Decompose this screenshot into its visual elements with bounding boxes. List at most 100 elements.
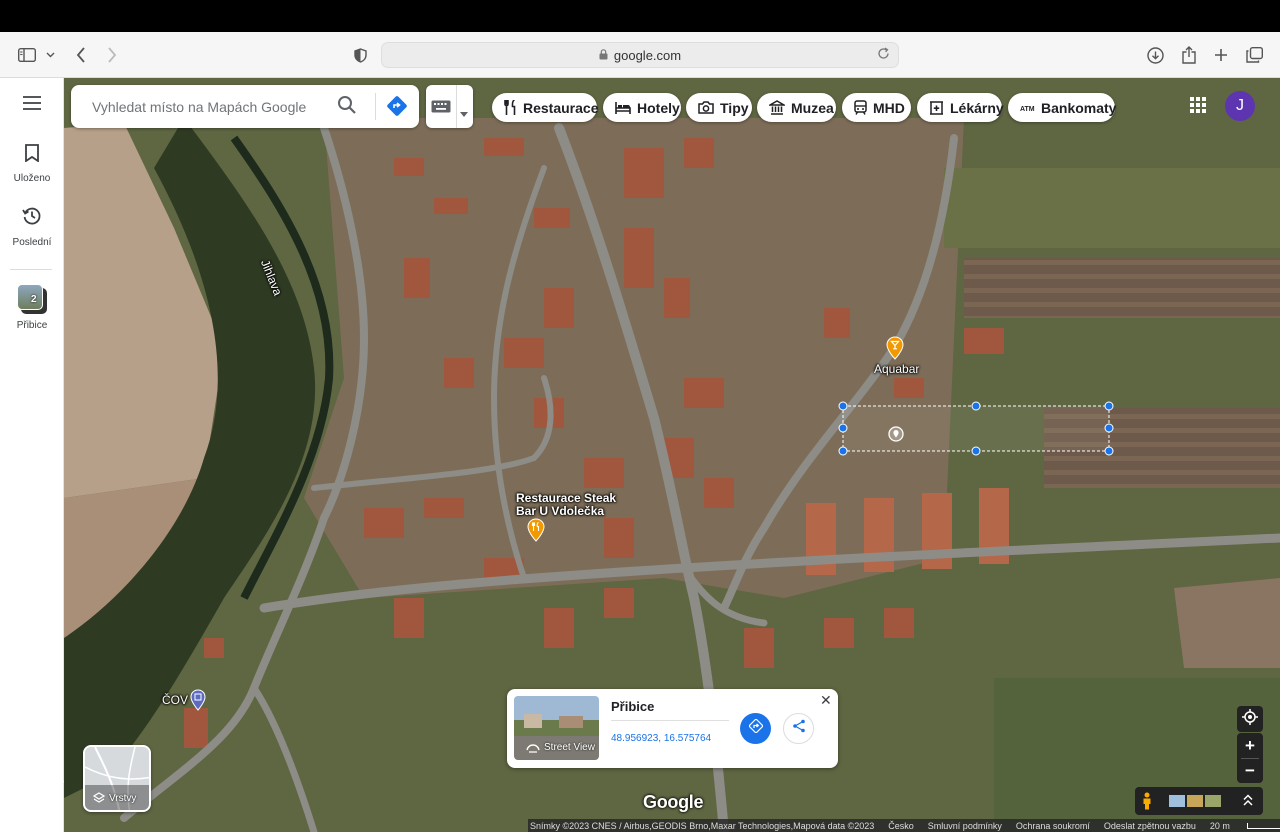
tabs-overview-icon[interactable]: [1245, 32, 1263, 78]
forward-icon[interactable]: [103, 32, 121, 78]
country-link[interactable]: Česko: [888, 821, 914, 831]
input-tools-divider: [456, 85, 457, 128]
chevron-up-icon[interactable]: [1243, 794, 1253, 812]
street-view-label: Street View: [526, 742, 595, 753]
chip-label: Restaurace: [523, 99, 599, 116]
chip-tipy[interactable]: Tipy: [686, 93, 752, 122]
input-tools-button[interactable]: [426, 85, 473, 128]
zoom-out-button[interactable]: −: [1237, 758, 1263, 783]
restaurant-label-line2: Bar U Vdolečka: [516, 504, 605, 518]
chip-hotely[interactable]: Hotely: [603, 93, 681, 122]
hamburger-icon: [23, 96, 41, 115]
recent-place-button[interactable]: 2 Přibice: [0, 284, 64, 331]
facility-marker-icon[interactable]: [190, 689, 206, 716]
chip-restaurace[interactable]: Restaurace: [492, 93, 599, 122]
street-view-thumbnail[interactable]: Street View: [514, 696, 599, 760]
share-nodes-icon: [792, 719, 806, 738]
restaurant-marker-icon[interactable]: [527, 518, 545, 547]
place-title: Přibice: [611, 699, 655, 714]
search-input[interactable]: [92, 98, 332, 115]
privacy-link[interactable]: Ochrana soukromí: [1016, 821, 1090, 831]
chevron-down-icon[interactable]: [44, 32, 56, 78]
scale-bar[interactable]: 20 m: [1210, 821, 1280, 831]
map-footer: Snímky ©2023 CNES / Airbus,GEODIS Brno,M…: [528, 819, 1280, 832]
menu-button[interactable]: [0, 96, 64, 115]
chip-muzea[interactable]: Muzea: [757, 93, 836, 122]
pegman-icon[interactable]: [1141, 792, 1153, 815]
share-icon[interactable]: [1180, 32, 1198, 78]
chip-bankomaty[interactable]: ATM Bankomaty: [1008, 93, 1117, 122]
layers-label: Vrstvy: [93, 792, 136, 804]
layers-button[interactable]: Vrstvy: [83, 745, 151, 812]
svg-text:ATM: ATM: [1020, 106, 1035, 113]
avatar[interactable]: J: [1225, 91, 1255, 121]
history-icon: [22, 206, 42, 231]
crosshair-icon: [1242, 708, 1258, 730]
apps-grid-icon[interactable]: [1190, 97, 1206, 118]
chip-label: MHD: [873, 99, 905, 116]
my-location-button[interactable]: [1237, 706, 1263, 732]
bed-icon: [615, 101, 631, 114]
terms-link[interactable]: Smluvní podmínky: [928, 821, 1002, 831]
place-coordinates[interactable]: 48.956923, 16.575764: [611, 733, 711, 744]
chip-label: Hotely: [637, 99, 680, 116]
scale-label: 20 m: [1209, 820, 1230, 831]
card-share-button[interactable]: [783, 713, 814, 744]
terrain-thumbnail[interactable]: [1169, 795, 1185, 807]
recent-button[interactable]: Poslední: [0, 206, 64, 248]
imagery-thumbnail-b[interactable]: [1205, 795, 1221, 807]
download-icon[interactable]: [1146, 32, 1164, 78]
dropped-pin-icon[interactable]: [888, 426, 904, 447]
title-underline: [611, 720, 729, 721]
street-view-icon: [526, 743, 540, 753]
layers-icon: [93, 792, 105, 804]
tram-icon: [854, 100, 867, 115]
left-rail: Uloženo Poslední 2 Přibice: [0, 78, 64, 832]
museum-icon: [769, 100, 785, 115]
new-tab-icon[interactable]: [1212, 32, 1230, 78]
rail-divider: [10, 269, 52, 270]
place-label: Přibice: [16, 320, 48, 331]
imagery-attribution: Snímky ©2023 CNES / Airbus,GEODIS Brno,M…: [530, 820, 875, 831]
card-directions-button[interactable]: [740, 713, 771, 744]
top-black-bar: [0, 0, 1280, 32]
camera-icon: [698, 101, 714, 114]
saved-label: Uloženo: [13, 173, 51, 184]
imagery-thumbnail-a[interactable]: [1187, 795, 1203, 807]
aquabar-label[interactable]: Aquabar: [874, 363, 919, 376]
bar-marker-icon[interactable]: [886, 336, 904, 365]
fork-knife-icon: [504, 100, 517, 115]
place-info-card: Street View Přibice 48.956923, 16.575764…: [507, 689, 838, 768]
street-view-text: Street View: [544, 742, 595, 753]
sidebar-toggle-icon[interactable]: [16, 32, 38, 78]
zoom-controls: + −: [1237, 733, 1263, 783]
chip-label: Bankomaty: [1041, 99, 1117, 116]
edge-glyph: ›: [61, 776, 65, 787]
address-bar[interactable]: google.com: [381, 42, 899, 68]
cov-label[interactable]: ČOV: [162, 694, 188, 707]
scale-bar-line: [1246, 822, 1280, 829]
dropdown-arrow-icon[interactable]: [460, 104, 468, 122]
search-icon[interactable]: [337, 95, 357, 120]
reload-icon[interactable]: [877, 47, 890, 63]
layers-text: Vrstvy: [109, 792, 137, 804]
close-icon[interactable]: ✕: [820, 692, 832, 709]
chip-mhd[interactable]: MHD: [842, 93, 911, 122]
directions-icon[interactable]: [385, 94, 409, 123]
chip-lekarny[interactable]: Lékárny: [917, 93, 1004, 122]
google-logo: Google: [643, 792, 704, 812]
privacy-shield-icon[interactable]: [352, 32, 368, 78]
map-mode-strip: [1135, 787, 1263, 815]
feedback-link[interactable]: Odeslat zpětnou vazbu: [1104, 821, 1196, 831]
restaurant-label[interactable]: Restaurace Steak Bar U Vdolečka: [516, 492, 616, 518]
bookmark-icon: [25, 144, 39, 167]
url-text: google.com: [613, 47, 682, 63]
back-icon[interactable]: [72, 32, 90, 78]
keyboard-icon: [431, 100, 451, 118]
pharmacy-icon: [929, 100, 944, 115]
browser-toolbar: google.com: [0, 32, 1280, 78]
zoom-in-button[interactable]: +: [1237, 733, 1263, 758]
search-box: [71, 85, 419, 128]
screen: google.com Uloženo Poslední 2 Přibice Aq…: [0, 0, 1280, 832]
saved-button[interactable]: Uloženo: [0, 144, 64, 184]
